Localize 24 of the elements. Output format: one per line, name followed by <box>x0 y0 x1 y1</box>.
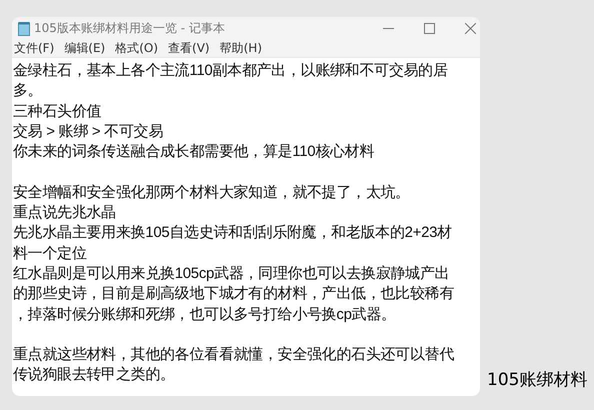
caption: 105账绑材料 <box>487 369 588 391</box>
menu-item[interactable]: 编辑(E) <box>64 40 106 57</box>
menu-item[interactable]: 查看(V) <box>168 40 210 57</box>
text-line: 交易 > 账绑 > 不可交易 <box>13 122 164 142</box>
text-line: 的那些史诗，目前是刷高级地下城才有的材料，产出低，也比较稀有 <box>13 284 456 304</box>
text-line: ，掉落时候分账绑和死绑，也可以多号打给小号换cp武器。 <box>13 304 397 325</box>
text-line: 料一个定位 <box>13 244 88 264</box>
text-line: 重点说先兆水晶 <box>13 203 117 224</box>
text-line: 多。 <box>13 81 44 102</box>
window-title: 105版本账绑材料用途一览 - 记事本 <box>34 20 225 37</box>
close-icon[interactable] <box>465 23 476 34</box>
menu-item[interactable]: 帮助(H) <box>220 40 262 57</box>
text-line: 传说狗眼去转甲之类的。 <box>13 365 176 386</box>
text-line: 红水晶则是可以用来兑换105cp武器，同理你也可以去换寂静城产出 <box>13 264 450 284</box>
maximize-icon[interactable] <box>424 23 435 34</box>
text-line: 重点就这些材料，其他的各位看看就懂，安全强化的石头还可以替代 <box>13 345 456 366</box>
menu-item[interactable]: 格式(O) <box>115 40 158 57</box>
text-line: 安全增幅和安全强化那两个材料大家知道，就不提了，太坑。 <box>13 182 411 203</box>
notepad-icon <box>18 22 30 36</box>
text-line: 先兆水晶主要用来换105自选史诗和刮刮乐附魔，和老版本的2+23材 <box>13 223 453 244</box>
text-line: 三种石头价值 <box>13 102 102 122</box>
text-line: 你未来的词条传送融合成长都需要他，算是110核心材料 <box>13 142 376 162</box>
text-line: 金绿柱石，基本上各个主流110副本都产出，以账绑和不可交易的居 <box>13 61 449 81</box>
menu-item[interactable]: 文件(F) <box>14 40 54 57</box>
